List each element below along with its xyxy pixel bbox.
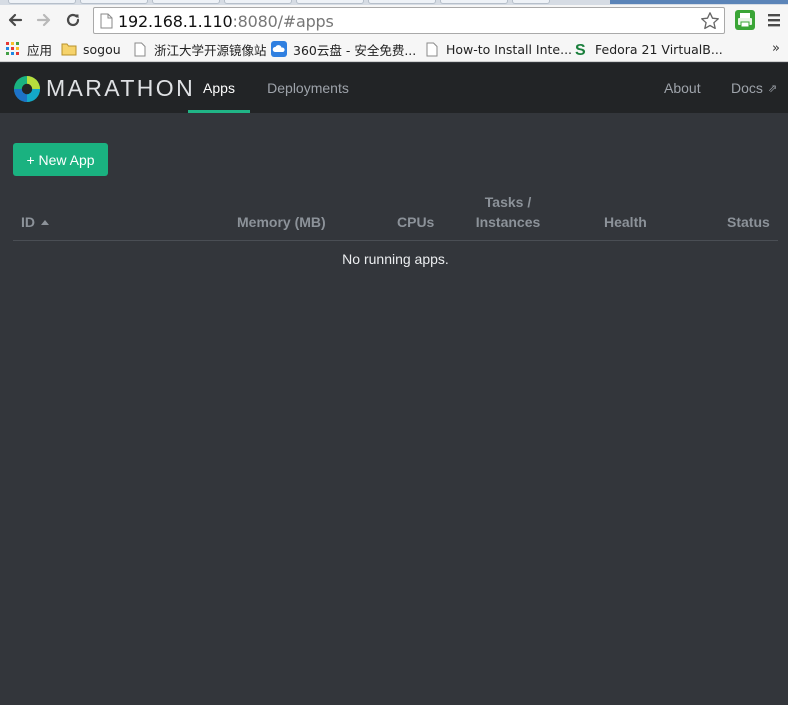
column-header-status[interactable]: Status — [727, 212, 770, 232]
active-tab-indicator — [188, 110, 250, 113]
nav-link-about[interactable]: About — [664, 63, 701, 113]
back-arrow-icon — [8, 13, 23, 27]
page-icon — [100, 13, 113, 29]
browser-menu-icon[interactable] — [766, 11, 782, 29]
nav-tab-apps[interactable]: Apps — [188, 63, 250, 113]
browser-tab[interactable] — [8, 0, 76, 4]
bookmark-apps[interactable]: 应用 — [5, 40, 52, 58]
forward-button[interactable] — [33, 9, 55, 31]
bookmark-label: 360云盘 - 安全免费... — [293, 42, 417, 58]
reload-icon — [66, 13, 80, 27]
browser-toolbar: 192.168.1.110:8080/#apps — [0, 5, 788, 36]
column-header-label: Instances — [475, 214, 541, 230]
nav-link-label: Docs — [731, 80, 763, 96]
url-port-path: :8080/#apps — [232, 12, 334, 31]
browser-tab[interactable] — [80, 0, 148, 4]
bookmark-label: 浙江大学开源镜像站 — [154, 42, 267, 58]
folder-icon — [61, 41, 77, 57]
marathon-logo-icon[interactable] — [13, 75, 41, 103]
bookmark-label: How-to Install Inte... — [446, 41, 573, 57]
bookmark-fedora[interactable]: S Fedora 21 VirtualB... — [573, 40, 723, 58]
bookmark-sogou[interactable]: sogou — [61, 40, 121, 58]
window-caption-area — [610, 0, 788, 4]
extension-printer-icon[interactable] — [734, 9, 756, 31]
external-link-icon: ⇗ — [767, 82, 778, 95]
column-header-health[interactable]: Health — [604, 212, 647, 232]
bookmark-star-icon[interactable] — [700, 11, 720, 31]
column-header-label: Tasks / — [484, 194, 532, 210]
bookmark-zju-mirror[interactable]: 浙江大学开源镜像站 — [132, 40, 267, 58]
bookmark-label: 应用 — [27, 42, 53, 58]
browser-tab[interactable] — [296, 0, 364, 4]
bookmark-360-cloud[interactable]: 360云盘 - 安全免费... — [271, 40, 416, 58]
page-icon — [424, 41, 440, 57]
svg-text:S: S — [575, 42, 586, 57]
browser-tab[interactable] — [152, 0, 220, 4]
url-host: 192.168.1.110 — [118, 12, 233, 31]
nav-tab-label: Apps — [203, 80, 235, 96]
bookmark-howto-install[interactable]: How-to Install Inte... — [424, 40, 572, 58]
empty-state-message: No running apps. — [342, 251, 449, 267]
sort-ascending-icon — [41, 220, 49, 225]
nav-tab-deployments[interactable]: Deployments — [256, 63, 360, 113]
reload-button[interactable] — [62, 9, 84, 31]
bookmark-label: sogou — [83, 41, 121, 57]
brand-name[interactable]: MARATHON — [46, 75, 195, 102]
url-text: 192.168.1.110:8080/#apps — [118, 12, 334, 31]
browser-tab[interactable] — [440, 0, 508, 4]
address-bar[interactable]: 192.168.1.110:8080/#apps — [93, 7, 725, 34]
nav-link-docs[interactable]: Docs ⇗ — [731, 63, 777, 113]
bookmarks-overflow-button[interactable]: » — [772, 41, 780, 56]
table-header-divider — [13, 240, 778, 241]
s-logo-icon: S — [573, 41, 589, 57]
forward-arrow-icon — [36, 13, 51, 27]
bookmarks-bar: 应用 sogou 浙江大学开源镜像站 360云盘 - 安全免费... How-t… — [0, 36, 788, 62]
page-icon — [132, 41, 148, 57]
column-header-label: ID — [21, 214, 35, 230]
bookmark-label: Fedora 21 VirtualB... — [595, 41, 723, 57]
column-header-id[interactable]: ID — [21, 212, 49, 232]
column-header-memory[interactable]: Memory (MB) — [237, 212, 326, 232]
apps-grid-icon — [5, 41, 21, 57]
browser-tab[interactable] — [368, 0, 436, 4]
browser-tab[interactable] — [512, 0, 550, 4]
app-navbar: MARATHON Apps Deployments About Docs ⇗ — [0, 63, 788, 113]
browser-tab[interactable] — [224, 0, 292, 4]
column-header-cpus[interactable]: CPUs — [397, 212, 434, 232]
column-header-tasks[interactable]: Tasks / Instances — [470, 192, 546, 232]
cloud-icon — [271, 41, 287, 57]
nav-tab-label: Deployments — [267, 80, 349, 96]
new-app-button[interactable]: + New App — [13, 143, 108, 176]
back-button[interactable] — [4, 9, 26, 31]
